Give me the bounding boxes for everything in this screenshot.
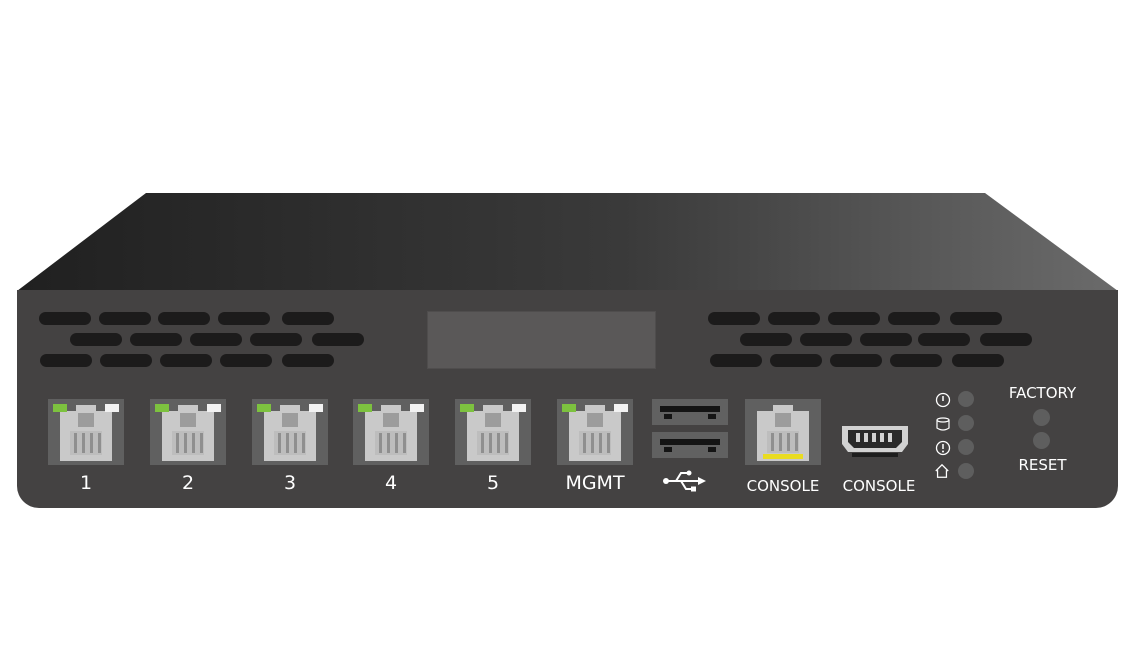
activity-led: [207, 404, 221, 412]
factory-label: FACTORY: [1008, 384, 1077, 402]
reset-button[interactable]: [1033, 432, 1050, 449]
storage-icon: [936, 417, 950, 431]
ethernet-port-1[interactable]: [48, 399, 124, 465]
status-led-power: [958, 391, 974, 407]
usb-port-top[interactable]: [652, 399, 728, 425]
ethernet-port-3[interactable]: [252, 399, 328, 465]
console-rj45-label: CONSOLE: [746, 477, 820, 495]
status-led-home: [958, 463, 974, 479]
link-led: [257, 404, 271, 412]
link-led: [358, 404, 372, 412]
activity-led: [309, 404, 323, 412]
lcd-display: [427, 311, 656, 369]
port-label-4: 4: [384, 472, 398, 494]
reset-label: RESET: [1018, 456, 1067, 474]
link-led: [53, 404, 67, 412]
port-label-mgmt: MGMT: [565, 472, 625, 494]
link-led: [460, 404, 474, 412]
port-label-2: 2: [181, 472, 195, 494]
port-label-5: 5: [486, 472, 500, 494]
activity-led: [410, 404, 424, 412]
status-led-alert: [958, 439, 974, 455]
console-usb-port[interactable]: [838, 420, 912, 462]
home-icon: [935, 463, 949, 478]
ethernet-port-4[interactable]: [353, 399, 429, 465]
ethernet-port-2[interactable]: [150, 399, 226, 465]
usb-port-bottom[interactable]: [652, 432, 728, 458]
rj45-jack-icon: [757, 405, 809, 461]
console-led: [763, 454, 803, 459]
activity-led: [512, 404, 526, 412]
link-led: [562, 404, 576, 412]
alert-icon: [935, 440, 951, 456]
ethernet-port-5[interactable]: [455, 399, 531, 465]
status-led-storage: [958, 415, 974, 431]
port-label-1: 1: [79, 472, 93, 494]
ethernet-port-mgmt[interactable]: [557, 399, 633, 465]
link-led: [155, 404, 169, 412]
activity-led: [614, 404, 628, 412]
factory-button[interactable]: [1033, 409, 1050, 426]
usb-icon: [663, 470, 706, 492]
console-usb-label: CONSOLE: [842, 477, 916, 495]
power-icon: [935, 392, 951, 408]
console-rj45-port[interactable]: [745, 399, 821, 465]
port-label-3: 3: [283, 472, 297, 494]
activity-led: [105, 404, 119, 412]
